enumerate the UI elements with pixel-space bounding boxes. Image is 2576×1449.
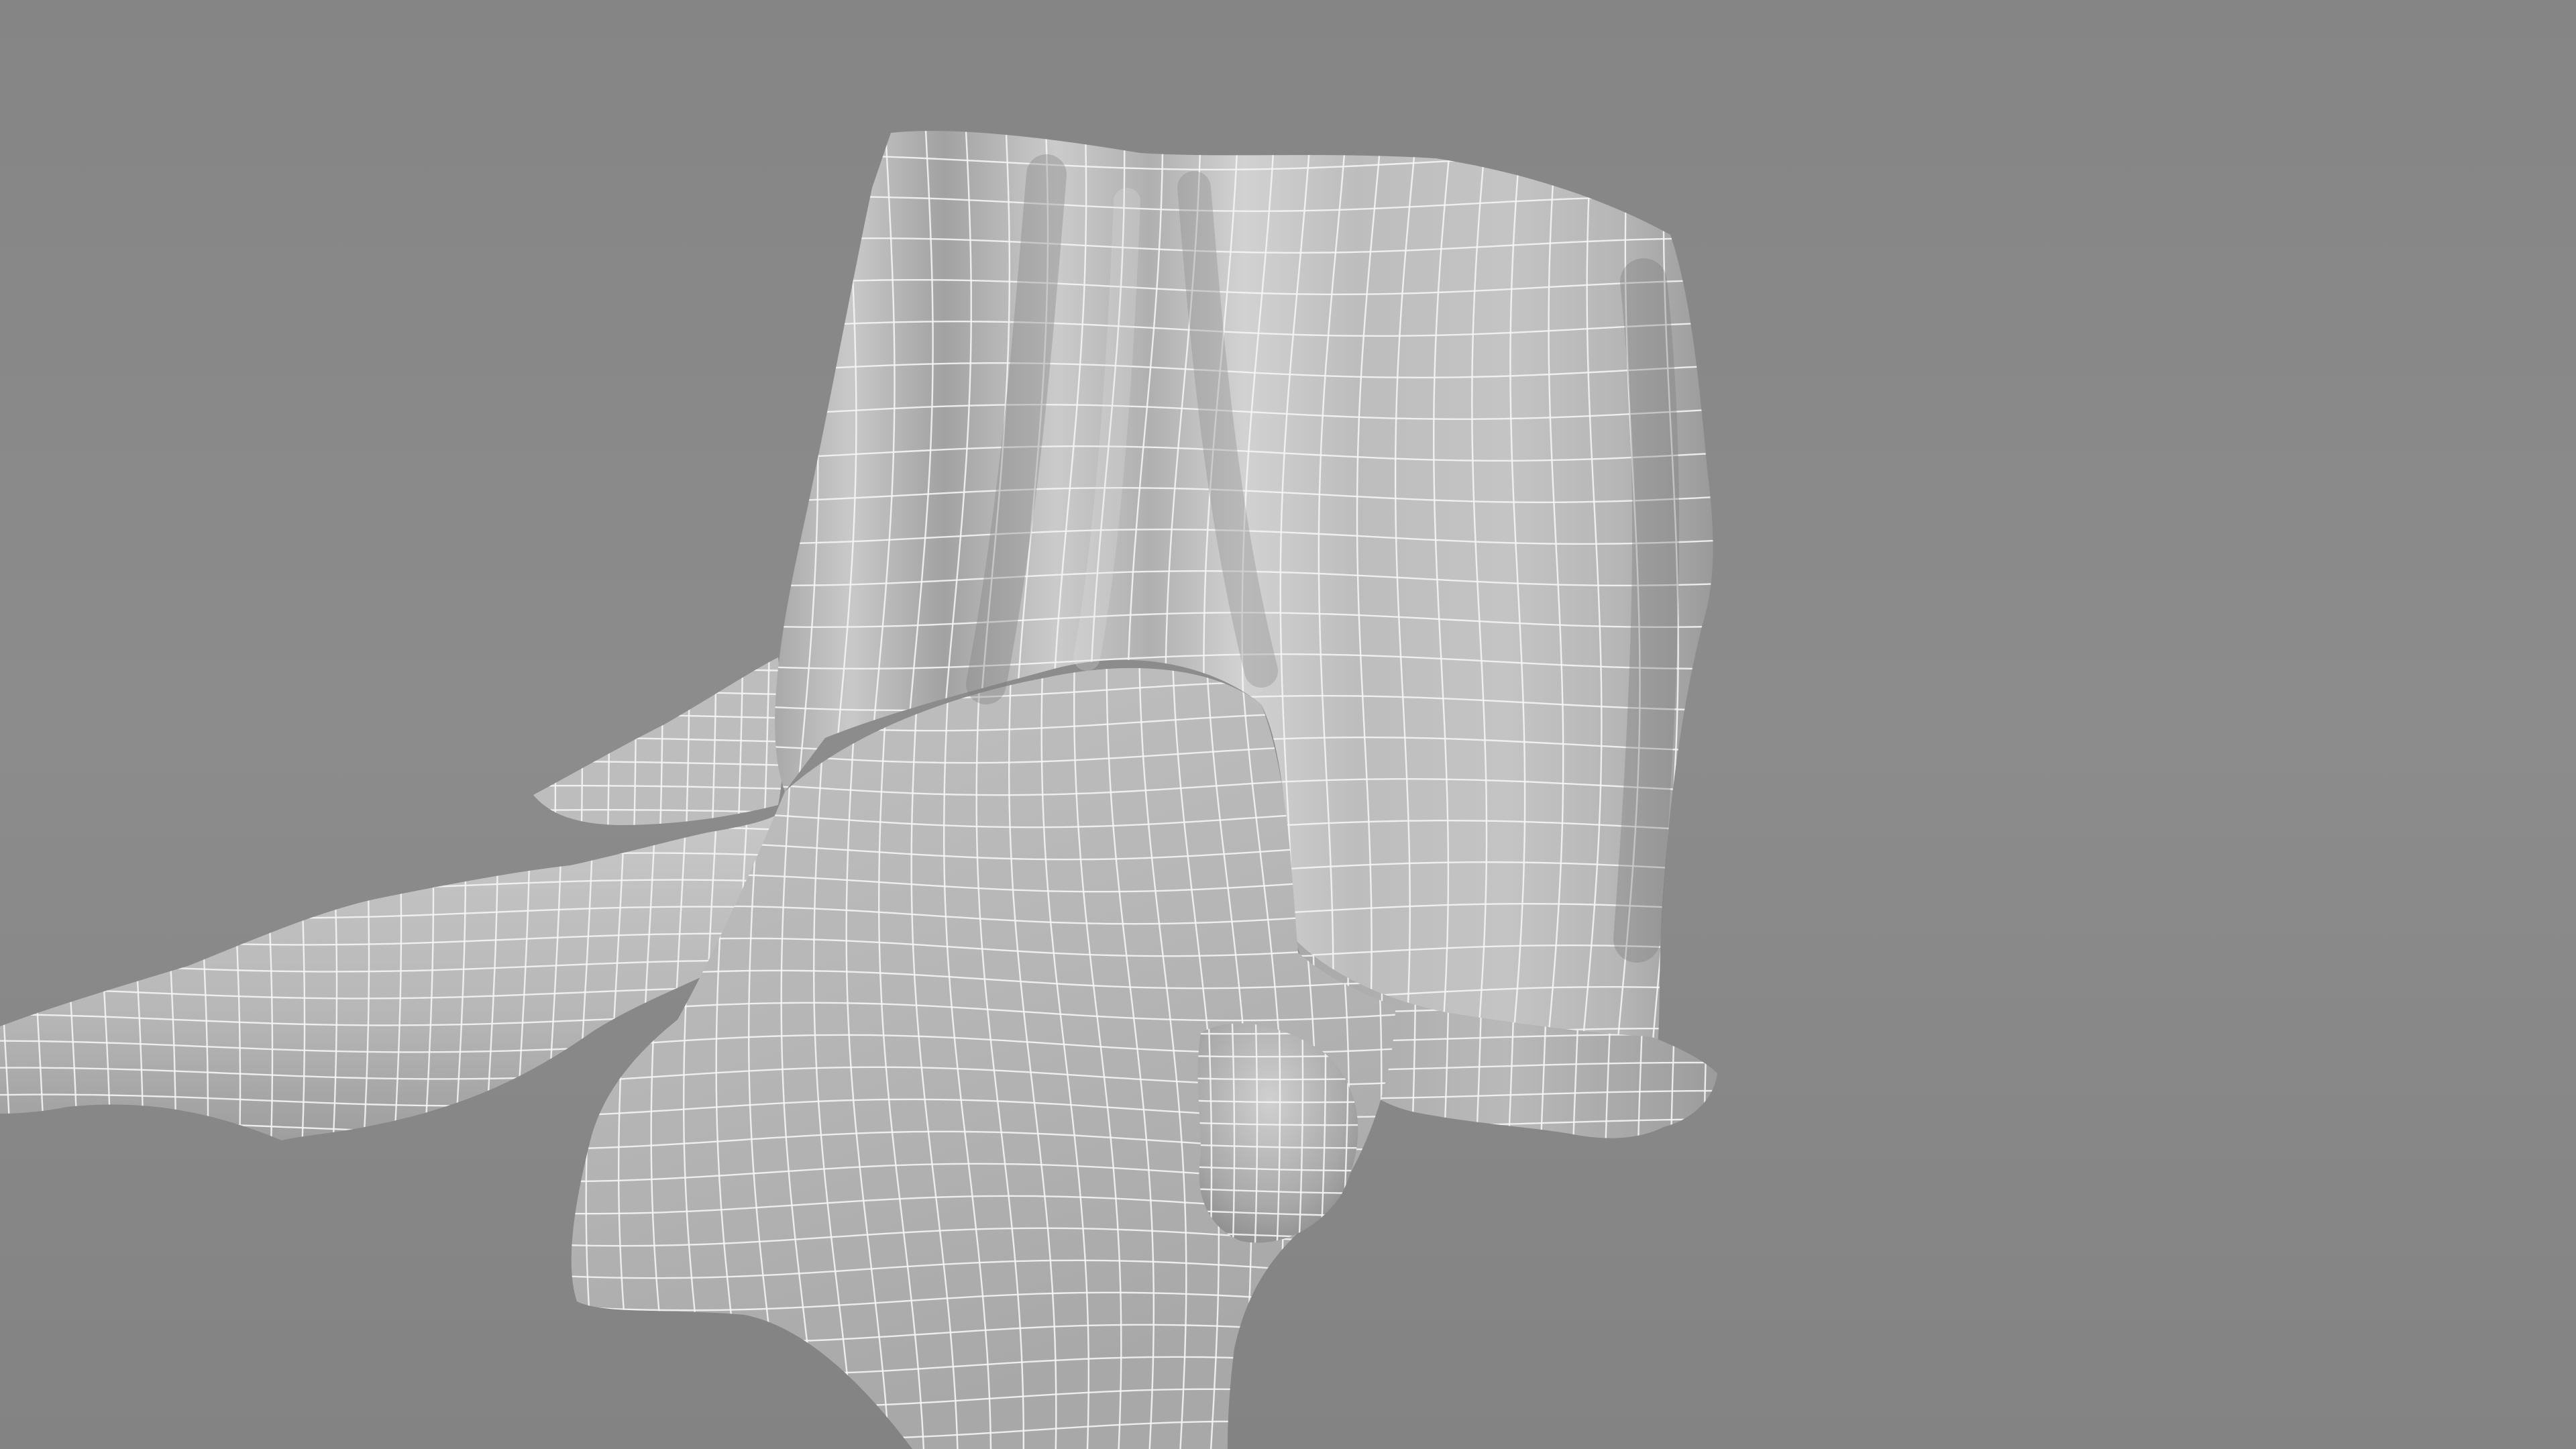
3d-viewport[interactable] [0,0,2576,1449]
viewport-scene[interactable] [0,0,2576,1449]
